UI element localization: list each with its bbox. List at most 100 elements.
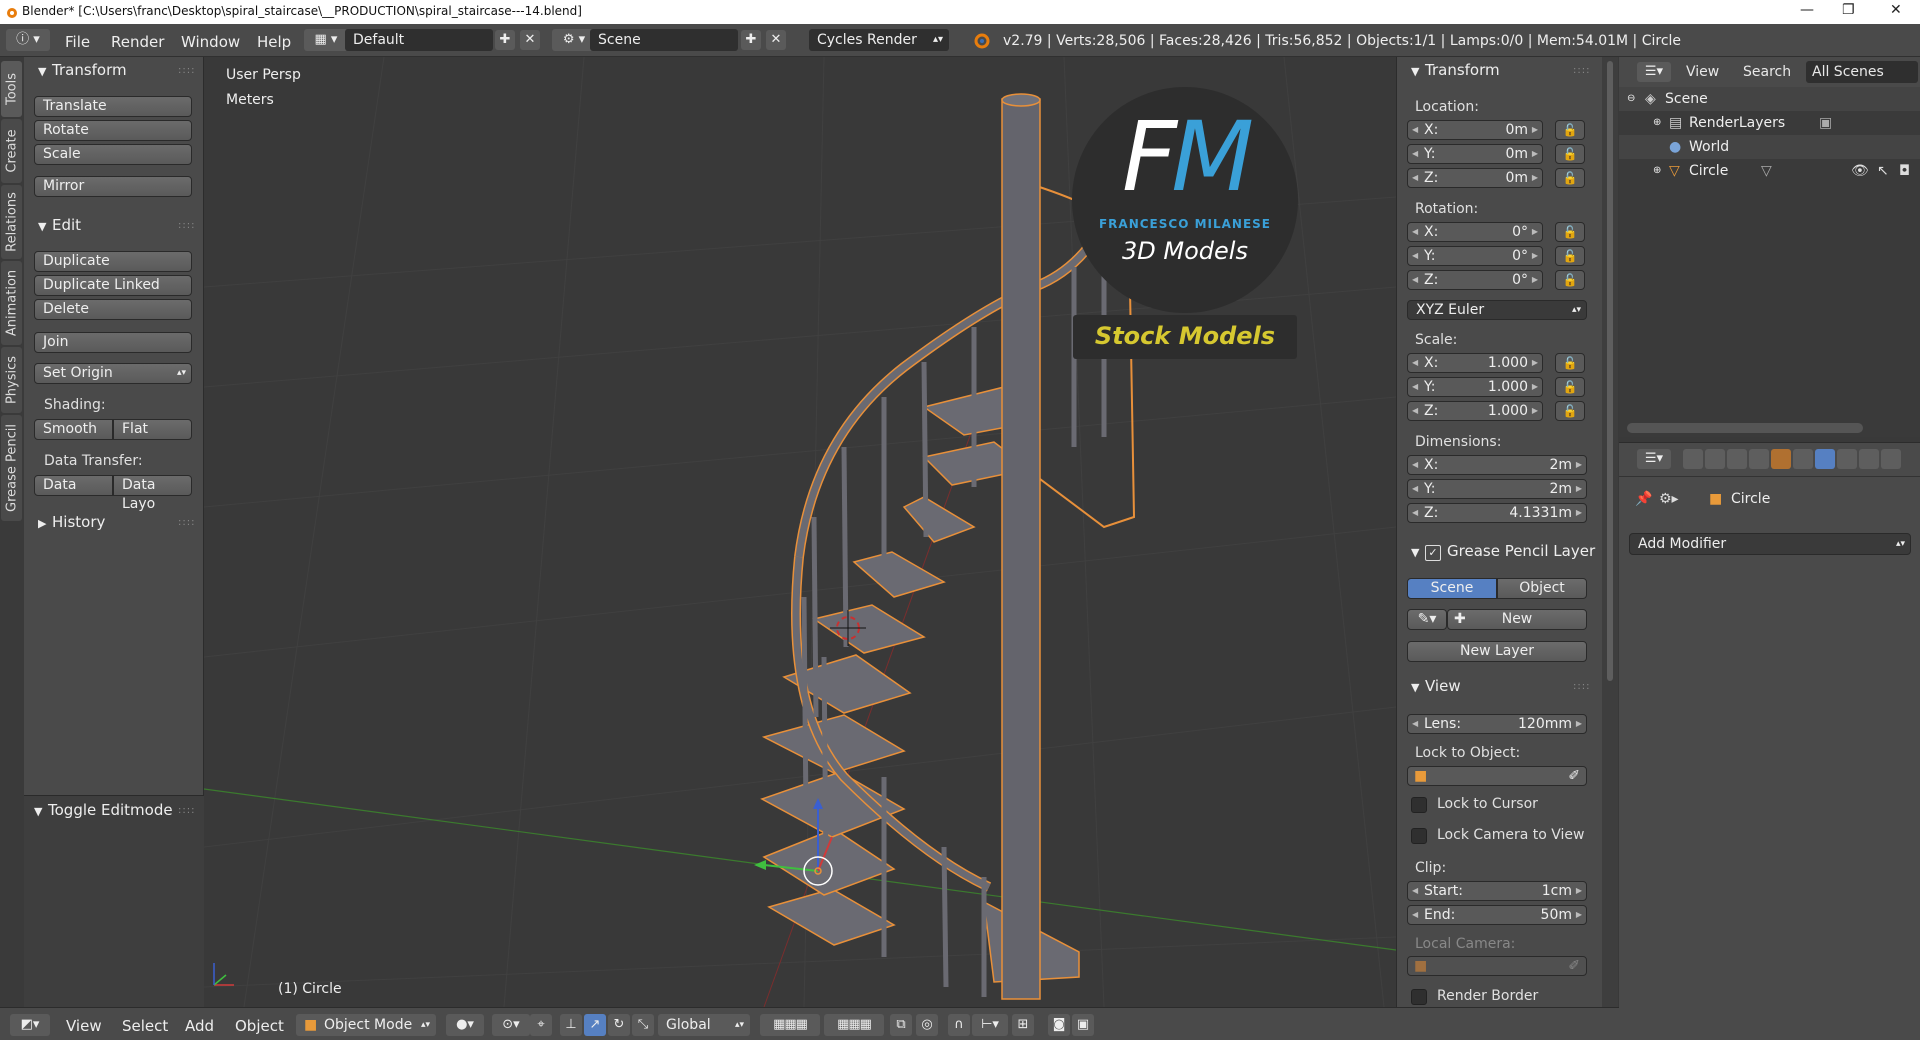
snap-target-icon[interactable]: ⊞ — [1012, 1014, 1034, 1036]
translate-manipulator-icon[interactable]: ↗ — [584, 1014, 606, 1036]
screen-layout-icon[interactable]: ▦ ▾ — [304, 29, 348, 51]
menu-file[interactable]: File — [65, 33, 90, 51]
expand-icon[interactable]: ⊕ — [1653, 159, 1661, 183]
visibility-eye-icon[interactable]: 👁 — [1851, 159, 1869, 183]
lock-icon[interactable]: 🔓 — [1555, 222, 1585, 242]
panel-header-toggle-editmode[interactable]: ▼ Toggle Editmode — [34, 801, 173, 819]
material-tab-icon[interactable] — [1859, 449, 1879, 469]
tab-create[interactable]: Create — [1, 119, 22, 183]
panel-header-grease-pencil[interactable]: ▼ ✓ Grease Pencil Layer — [1411, 542, 1595, 561]
lock-icon[interactable]: 🔓 — [1555, 168, 1585, 188]
lock-object-field[interactable]: ■ ✐ — [1407, 766, 1587, 786]
layers-grid-icon[interactable]: ▦▦▦ — [760, 1014, 820, 1036]
layers-grid-icon[interactable]: ▦▦▦ — [824, 1014, 884, 1036]
rotate-manipulator-icon[interactable]: ↻ — [608, 1014, 630, 1036]
render-border-checkbox[interactable] — [1411, 989, 1427, 1005]
tab-tools[interactable]: Tools — [1, 61, 22, 117]
lens-field[interactable]: ◀ Lens: 120mm ▶ — [1407, 714, 1587, 734]
flat-button[interactable]: Flat — [113, 419, 192, 440]
drag-grip-icon[interactable]: :::: — [1573, 65, 1590, 76]
proportional-edit-icon[interactable]: ◎ — [916, 1014, 938, 1036]
scrollbar-thumb[interactable] — [1607, 61, 1613, 681]
render-tab-icon[interactable] — [1683, 449, 1703, 469]
panel-header-view[interactable]: ▼ View — [1411, 677, 1461, 695]
scale-x-field[interactable]: ◀ X: 1.000 ▶ — [1407, 353, 1543, 373]
panel-header-edit[interactable]: ▼ Edit — [38, 216, 81, 234]
pivot-point-icon[interactable]: ⊙▾ — [492, 1014, 530, 1036]
render-animation-icon[interactable]: ▣ — [1072, 1014, 1094, 1036]
menu-add[interactable]: Add — [185, 1017, 214, 1035]
object-tab-icon[interactable] — [1771, 449, 1791, 469]
rotation-x-field[interactable]: ◀ X: 0° ▶ — [1407, 222, 1543, 242]
outliner-row-circle[interactable]: ⊕ ▽ Circle ▽ 👁 ↖ ◘ — [1619, 159, 1920, 183]
lock-icon[interactable]: 🔓 — [1555, 144, 1585, 164]
transform-manipulator-icon[interactable]: ⊥ — [560, 1014, 582, 1036]
eyedropper-icon[interactable]: ✐ — [1568, 767, 1580, 785]
duplicate-linked-button[interactable]: Duplicate Linked — [34, 275, 192, 296]
drag-grip-icon[interactable]: :::: — [1573, 681, 1590, 692]
eyedropper-icon[interactable]: ✐ — [1568, 957, 1580, 975]
location-z-field[interactable]: ◀ Z: 0m ▶ — [1407, 168, 1543, 188]
data-transfer-button[interactable]: Data — [34, 475, 113, 496]
close-icon[interactable]: ✕ — [1890, 2, 1902, 18]
world-tab-icon[interactable] — [1749, 449, 1769, 469]
remove-scene-icon[interactable]: ✕ — [766, 30, 786, 50]
modifiers-tab-icon[interactable] — [1815, 449, 1835, 469]
editor-type-properties-icon[interactable]: ☰▾ — [1637, 449, 1671, 469]
scale-y-field[interactable]: ◀ Y: 1.000 ▶ — [1407, 377, 1543, 397]
render-engine-select[interactable]: Cycles Render ▴▾ — [809, 29, 949, 51]
dimensions-y-field[interactable]: ◀ Y: 2m ▶ — [1407, 479, 1587, 499]
outliner-search-menu[interactable]: Search — [1743, 64, 1791, 80]
outliner-row-scene[interactable]: ⊖ ◈ Scene — [1619, 87, 1920, 111]
lock-icon[interactable]: 🔓 — [1555, 353, 1585, 373]
lock-to-cursor-checkbox[interactable] — [1411, 797, 1427, 813]
grease-new-button[interactable]: ✚ New — [1447, 609, 1587, 630]
dimensions-x-field[interactable]: ◀ X: 2m ▶ — [1407, 455, 1587, 475]
outliner-row-renderlayers[interactable]: ⊕ ▤ RenderLayers ▣ — [1619, 111, 1920, 135]
tab-physics[interactable]: Physics — [1, 347, 22, 413]
rotation-mode-select[interactable]: XYZ Euler ▴▾ — [1407, 300, 1587, 320]
editor-type-outliner-icon[interactable]: ☰▾ — [1637, 62, 1671, 82]
lock-layers-icon[interactable]: ⧉ — [890, 1014, 912, 1036]
dimensions-z-field[interactable]: ◀ Z: 4.1331m ▶ — [1407, 503, 1587, 523]
mirror-button[interactable]: Mirror — [34, 176, 192, 197]
local-camera-field[interactable]: ■ ✐ — [1407, 956, 1587, 976]
transform-orientation-select[interactable]: Global ▴▾ — [658, 1014, 750, 1036]
panel-header-history[interactable]: ▶ History — [38, 513, 105, 531]
panel-header-transform[interactable]: ▼ Transform — [1411, 61, 1500, 79]
grease-scene-tab[interactable]: Scene — [1407, 578, 1497, 599]
clip-start-field[interactable]: ◀ Start: 1cm ▶ — [1407, 881, 1587, 901]
menu-view[interactable]: View — [66, 1017, 102, 1035]
lock-camera-checkbox[interactable] — [1411, 828, 1427, 844]
tab-grease-pencil[interactable]: Grease Pencil — [1, 415, 22, 521]
lock-icon[interactable]: 🔓 — [1555, 377, 1585, 397]
render-camera-icon[interactable]: ◘ — [1899, 159, 1910, 183]
render-still-icon[interactable]: ◙ — [1048, 1014, 1070, 1036]
editor-type-info-icon[interactable]: ⓘ ▾ — [6, 29, 50, 51]
lock-icon[interactable]: 🔓 — [1555, 270, 1585, 290]
location-y-field[interactable]: ◀ Y: 0m ▶ — [1407, 144, 1543, 164]
texture-tab-icon[interactable] — [1881, 449, 1901, 469]
drag-grip-icon[interactable]: :::: — [178, 220, 195, 231]
collapse-triangle-icon[interactable]: ⊖ — [1627, 87, 1635, 111]
expand-icon[interactable]: ⊕ — [1653, 111, 1661, 135]
outliner-view-menu[interactable]: View — [1686, 64, 1719, 80]
lock-icon[interactable]: 🔓 — [1555, 401, 1585, 421]
location-x-field[interactable]: ◀ X: 0m ▶ — [1407, 120, 1543, 140]
grease-object-tab[interactable]: Object — [1497, 578, 1587, 599]
scene-field[interactable]: Scene — [590, 29, 738, 51]
maximize-icon[interactable]: ❐ — [1842, 2, 1855, 18]
drag-grip-icon[interactable]: :::: — [178, 65, 195, 76]
drag-grip-icon[interactable]: :::: — [178, 805, 195, 816]
delete-button[interactable]: Delete — [34, 299, 192, 320]
drag-grip-icon[interactable]: :::: — [178, 517, 195, 528]
add-screen-icon[interactable]: ✚ — [495, 30, 515, 50]
smooth-button[interactable]: Smooth — [34, 419, 113, 440]
pin-icon[interactable]: 📌 — [1635, 491, 1652, 507]
mode-select[interactable]: ■ Object Mode ▴▾ — [296, 1014, 436, 1036]
rotation-y-field[interactable]: ◀ Y: 0° ▶ — [1407, 246, 1543, 266]
scene-tab-icon[interactable] — [1727, 449, 1747, 469]
viewport-shading-icon[interactable]: ●▾ — [446, 1014, 484, 1036]
data-tab-icon[interactable] — [1837, 449, 1857, 469]
menu-render[interactable]: Render — [111, 33, 164, 51]
